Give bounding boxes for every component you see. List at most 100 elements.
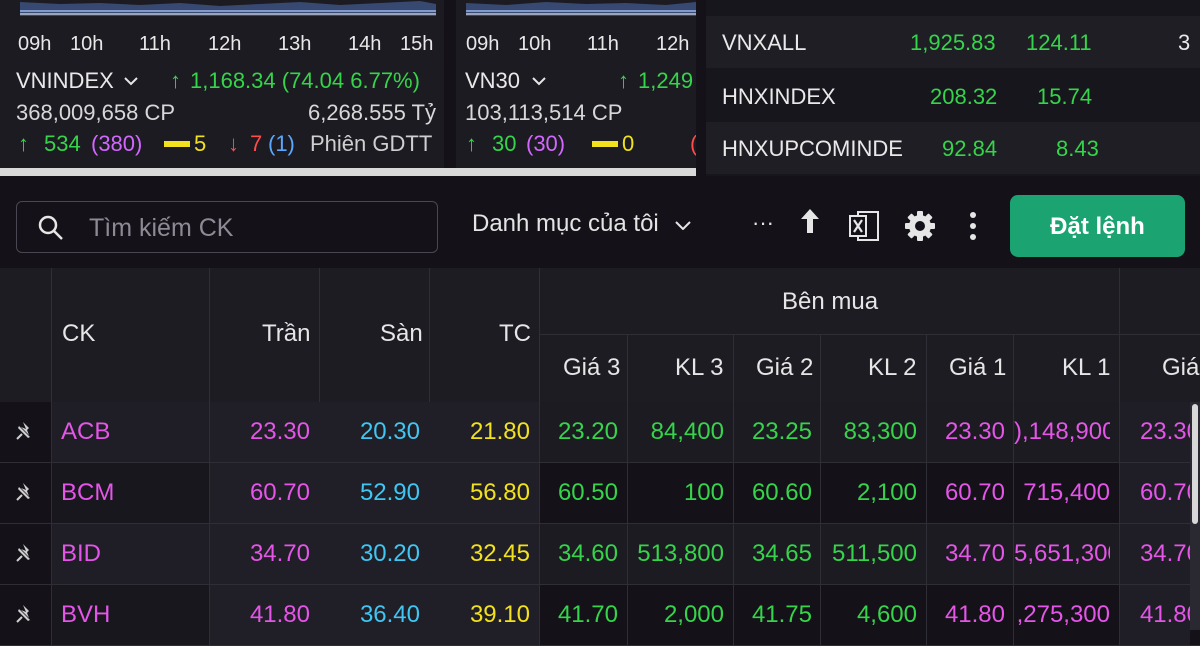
index-name: VN30 [465,68,521,93]
table-row[interactable]: BCM 60.70 52.90 56.80 60.50 100 60.60 2,100 60.7… [0,463,1200,524]
table-row[interactable]: BID 34.70 30.20 32.45 34.60 513,800 34.65 511,5… [0,524,1200,585]
header-vol3[interactable]: KL 3 [675,354,723,382]
time-label: 13h [278,33,312,55]
vn30-mini-chart [466,2,696,16]
cell-vol3: 100 [683,479,724,506]
cell-price1: 23.30 [944,418,1005,445]
index-row-extra: 3 [1178,30,1191,55]
up-arrow-icon: ↑ [618,68,629,93]
cell-vol3: 2,000 [663,601,724,628]
cell-ceiling: 23.30 [249,418,310,445]
chevron-down-icon[interactable] [532,76,546,86]
advances-count: 534 [44,131,81,156]
up-arrow-icon: ↑ [466,131,477,156]
index-row-value: 1,925.83 [910,30,996,55]
vnindex-mini-chart [20,1,436,16]
declines-floor-count: (1) [268,131,295,156]
cell-floor: 52.90 [359,479,420,506]
cell-vol3: 84,400 [650,418,724,445]
place-order-button[interactable]: Đặt lệnh [1010,195,1185,257]
toolbar: Danh mục của tôi ··· Đặt lệnh [0,176,1200,268]
cell-price3: 41.70 [557,601,618,628]
cell-symbol[interactable]: BID [61,524,201,584]
vnindex-time-axis: 09h 10h 11h 12h 13h 14h 15h [0,33,444,55]
index-row[interactable]: HNXUPCOMINDE 92.84 8.43 [706,122,1200,174]
header-floor[interactable]: Sàn [380,320,423,348]
index-row[interactable]: VNXALL 1,925.83 124.11 3 [706,16,1200,68]
index-volume: 103,113,514 CP [465,100,623,125]
excel-export-icon[interactable] [848,210,880,242]
pin-icon[interactable] [14,481,36,503]
time-label: 11h [139,33,171,55]
down-arrow-icon: ↓ [228,131,239,156]
cell-reference: 56.80 [469,479,530,506]
cell-floor: 30.20 [359,540,420,567]
header-ceiling[interactable]: Trần [262,320,310,348]
unchanged-bar-icon [164,141,190,147]
header-reference[interactable]: TC [499,320,531,348]
search-input[interactable] [87,212,421,244]
pin-icon[interactable] [14,603,36,625]
cell-price1: 34.70 [944,540,1005,567]
cell-ceiling: 41.80 [249,601,310,628]
header-price3[interactable]: Giá 3 [563,354,620,382]
cell-price2: 34.65 [751,540,812,567]
header-next-partial: Giá [1162,354,1200,381]
pin-icon[interactable] [14,420,36,442]
vn30-card[interactable]: 09h 10h 11h 12h VN30 ↑ 1,249 103,113,514… [456,0,696,168]
cell-symbol[interactable]: BVH [61,585,201,645]
chevron-down-icon[interactable] [124,76,138,86]
cell-next: 34.70 [1139,540,1200,567]
time-label: 14h [348,33,382,55]
cell-next: 23.30 [1139,418,1200,445]
cell-vol1: 715,400 [1023,479,1110,506]
vnindex-card[interactable]: 09h 10h 11h 12h 13h 14h 15h VNINDEX ↑ 1,… [0,0,444,168]
pin-icon[interactable] [14,542,36,564]
header-vol1[interactable]: KL 1 [1062,354,1110,382]
scrollbar-thumb[interactable] [1192,404,1198,524]
index-change: 1,249 [638,68,694,93]
index-row-change: 124.11 [1026,30,1092,55]
index-row-name: HNXINDEX [722,84,836,109]
index-list[interactable]: VNXALL 1,925.83 124.11 3 HNXINDEX 208.32… [706,0,1200,176]
index-value: 6,268.555 Tỷ [307,100,436,125]
table-row[interactable]: BVH 41.80 36.40 39.10 41.70 2,000 41.75 4,600 41… [0,585,1200,646]
index-row-name: VNXALL [722,30,807,55]
up-arrow-icon: ↑ [170,68,181,93]
header-price1[interactable]: Giá 1 [949,354,1006,382]
cell-price1: 60.70 [944,479,1005,506]
cell-reference: 39.10 [469,601,530,628]
more-options-button[interactable]: ··· [752,210,774,236]
cell-vol2: 4,600 [856,601,917,628]
cell-symbol[interactable]: BCM [61,463,201,523]
search-box[interactable] [16,201,438,253]
kebab-menu-icon[interactable] [966,210,980,242]
up-arrow-icon: ↑ [18,131,29,156]
index-row[interactable]: HNXINDEX 208.32 15.74 [706,70,1200,122]
cell-price2: 23.25 [751,418,812,445]
arrow-up-icon[interactable] [798,206,822,236]
time-label: 12h [208,33,242,55]
cell-floor: 20.30 [359,418,420,445]
gear-icon[interactable] [904,210,936,242]
time-label: 15h [400,33,434,55]
time-label: 09h [466,33,500,55]
session-link[interactable]: Phiên GDTT [310,131,432,157]
table-row[interactable]: ACB 23.30 20.30 21.80 23.20 84,400 23.25 83,300… [0,402,1200,463]
watchlist-dropdown[interactable]: Danh mục của tôi [472,210,692,238]
cell-next: 60.70 [1139,479,1200,506]
header-price2[interactable]: Giá 2 [756,354,813,382]
header-buy-side: Bên mua [782,288,879,315]
index-name: VNINDEX [16,68,114,93]
cell-vol2: 511,500 [832,540,917,567]
cell-vol1: ),148,900 [1014,418,1110,445]
time-label: 10h [518,33,552,55]
cell-symbol[interactable]: ACB [61,402,201,462]
unchanged-count: 0 [622,131,635,156]
cell-ceiling: 34.70 [249,540,310,567]
header-vol2[interactable]: KL 2 [868,354,916,382]
index-row-value: 208.32 [930,84,998,109]
cell-price2: 41.75 [751,601,812,628]
advances-count: 30 [492,131,517,156]
header-symbol[interactable]: CK [62,320,95,348]
